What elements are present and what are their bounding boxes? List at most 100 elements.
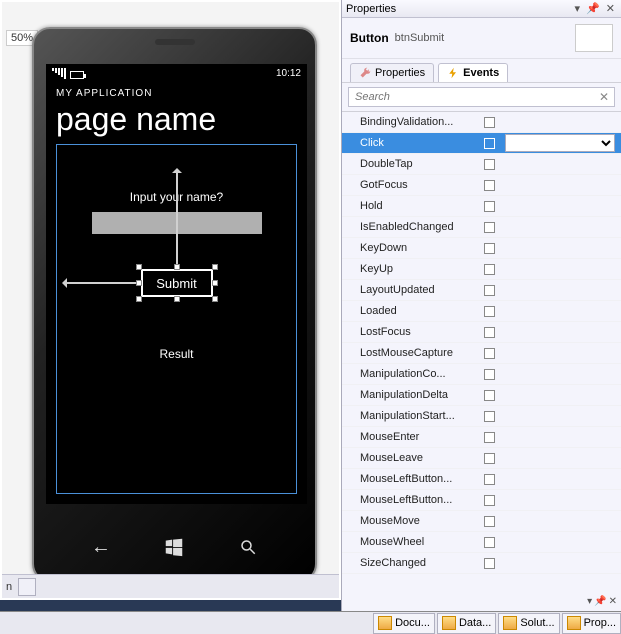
tab-properties[interactable]: Properties xyxy=(350,63,434,82)
event-name: LostMouseCapture xyxy=(360,347,480,359)
pin-icon[interactable]: 📌 xyxy=(584,2,602,15)
clock: 10:12 xyxy=(276,68,301,79)
event-marker-icon[interactable] xyxy=(484,453,495,464)
event-row[interactable]: IsEnabledChanged xyxy=(342,217,621,238)
event-row[interactable]: Click xyxy=(342,133,621,154)
event-row[interactable]: MouseEnter xyxy=(342,427,621,448)
submit-button[interactable]: Submit xyxy=(141,269,213,297)
back-button-icon[interactable]: ← xyxy=(81,532,121,562)
bottom-tab[interactable]: Prop... xyxy=(562,613,621,634)
bottom-tab[interactable]: Docu... xyxy=(373,613,435,634)
event-name: MouseMove xyxy=(360,515,480,527)
event-row[interactable]: KeyUp xyxy=(342,259,621,280)
close-icon[interactable]: ✕ xyxy=(609,596,617,607)
event-marker-icon[interactable] xyxy=(484,369,495,380)
bottom-tab[interactable]: Data... xyxy=(437,613,496,634)
tab-label: Properties xyxy=(375,67,425,79)
tab-events[interactable]: Events xyxy=(438,63,508,82)
event-handler-dropdown[interactable] xyxy=(505,134,615,152)
bottom-tab[interactable]: Solut... xyxy=(498,613,559,634)
event-marker-icon[interactable] xyxy=(484,117,495,128)
clear-search-icon[interactable]: ✕ xyxy=(599,90,609,104)
event-marker-icon[interactable] xyxy=(484,264,495,275)
event-row[interactable]: MouseLeftButton... xyxy=(342,469,621,490)
event-row[interactable]: BindingValidation... xyxy=(342,112,621,133)
event-name: Click xyxy=(360,137,480,149)
event-row[interactable]: Hold xyxy=(342,196,621,217)
resize-handle[interactable] xyxy=(174,296,180,302)
event-marker-icon[interactable] xyxy=(484,327,495,338)
submit-selection[interactable]: Submit xyxy=(141,269,213,297)
resize-handle[interactable] xyxy=(212,280,218,286)
event-marker-icon[interactable] xyxy=(484,432,495,443)
event-marker-icon[interactable] xyxy=(484,201,495,212)
event-row[interactable]: LayoutUpdated xyxy=(342,280,621,301)
resize-handle[interactable] xyxy=(212,264,218,270)
event-name: KeyDown xyxy=(360,242,480,254)
dropdown-icon[interactable]: ▾ xyxy=(573,2,583,15)
resize-handle[interactable] xyxy=(212,296,218,302)
designer-tool-button[interactable] xyxy=(18,578,36,596)
dropdown-icon[interactable]: ▾ xyxy=(587,596,592,607)
event-row[interactable]: MouseLeave xyxy=(342,448,621,469)
object-thumbnail xyxy=(575,24,613,52)
event-marker-icon[interactable] xyxy=(484,390,495,401)
resize-handle[interactable] xyxy=(174,264,180,270)
windows-button-icon[interactable] xyxy=(154,532,194,562)
tab-label: Data... xyxy=(459,617,491,629)
event-row[interactable]: Loaded xyxy=(342,301,621,322)
event-row[interactable]: MouseMove xyxy=(342,511,621,532)
pin-icon[interactable]: 📌 xyxy=(594,596,606,607)
event-marker-icon[interactable] xyxy=(484,411,495,422)
event-marker-icon[interactable] xyxy=(484,159,495,170)
properties-header[interactable]: Properties ▾ 📌 ✕ xyxy=(342,0,621,18)
event-row[interactable]: ManipulationCo... xyxy=(342,364,621,385)
event-marker-icon[interactable] xyxy=(484,516,495,527)
event-marker-icon[interactable] xyxy=(484,180,495,191)
event-row[interactable]: LostMouseCapture xyxy=(342,343,621,364)
phone-screen[interactable]: 10:12 MY APPLICATION page name Input you… xyxy=(46,64,307,504)
resize-handle[interactable] xyxy=(136,264,142,270)
margin-indicator-left xyxy=(63,282,141,284)
event-row[interactable]: DoubleTap xyxy=(342,154,621,175)
page-title[interactable]: page name xyxy=(56,101,297,138)
event-name: ManipulationCo... xyxy=(360,368,480,380)
event-name: MouseLeftButton... xyxy=(360,494,480,506)
resize-handle[interactable] xyxy=(136,296,142,302)
tab-icon xyxy=(567,616,581,630)
event-name: GotFocus xyxy=(360,179,480,191)
close-icon[interactable]: ✕ xyxy=(604,2,617,15)
content-panel[interactable]: Input your name? Submit xyxy=(56,144,297,494)
event-row[interactable]: KeyDown xyxy=(342,238,621,259)
event-marker-icon[interactable] xyxy=(484,138,495,149)
events-list[interactable]: BindingValidation... Click DoubleTap GotFoc… xyxy=(342,112,621,617)
status-bar: 10:12 xyxy=(46,64,307,82)
event-marker-icon[interactable] xyxy=(484,558,495,569)
tab-label: Docu... xyxy=(395,617,430,629)
event-row[interactable]: MouseWheel xyxy=(342,532,621,553)
designer-surface[interactable]: 50% 10:12 MY APPLICATION page name Input… xyxy=(0,0,341,600)
properties-panel: Properties ▾ 📌 ✕ Button btnSubmit Proper… xyxy=(341,0,621,611)
event-row[interactable]: SizeChanged xyxy=(342,553,621,574)
event-marker-icon[interactable] xyxy=(484,348,495,359)
event-marker-icon[interactable] xyxy=(484,306,495,317)
event-row[interactable]: GotFocus xyxy=(342,175,621,196)
event-row[interactable]: ManipulationDelta xyxy=(342,385,621,406)
resize-handle[interactable] xyxy=(136,280,142,286)
event-row[interactable]: LostFocus xyxy=(342,322,621,343)
app-title[interactable]: MY APPLICATION xyxy=(56,88,297,99)
event-marker-icon[interactable] xyxy=(484,537,495,548)
event-marker-icon[interactable] xyxy=(484,243,495,254)
event-marker-icon[interactable] xyxy=(484,222,495,233)
event-row[interactable]: MouseLeftButton... xyxy=(342,490,621,511)
wrench-icon xyxy=(359,67,371,79)
search-button-icon[interactable] xyxy=(228,532,268,562)
event-marker-icon[interactable] xyxy=(484,495,495,506)
search-input[interactable] xyxy=(348,87,615,107)
event-name: MouseWheel xyxy=(360,536,480,548)
designer-tab-label[interactable]: n xyxy=(6,581,12,593)
event-marker-icon[interactable] xyxy=(484,474,495,485)
result-label[interactable]: Result xyxy=(57,347,296,361)
event-marker-icon[interactable] xyxy=(484,285,495,296)
event-row[interactable]: ManipulationStart... xyxy=(342,406,621,427)
